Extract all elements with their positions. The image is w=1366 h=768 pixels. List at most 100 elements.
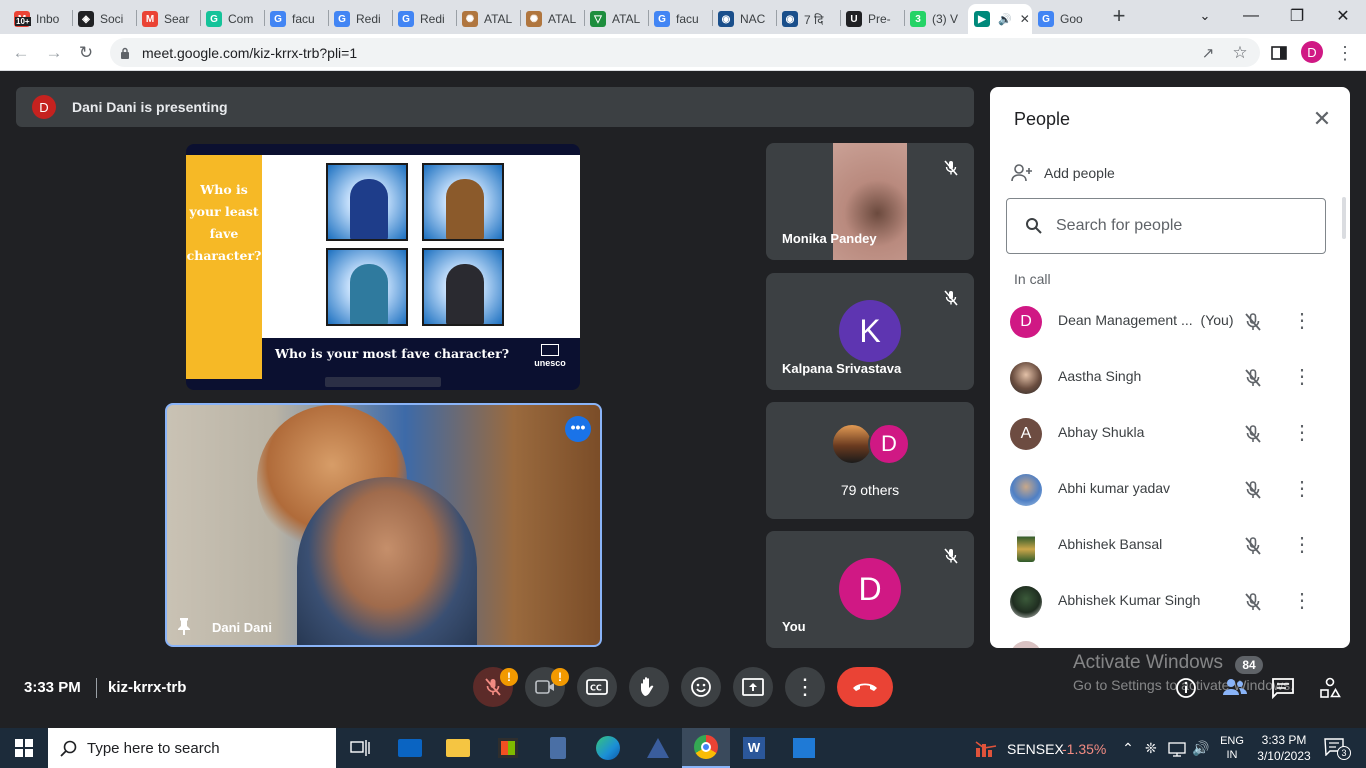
mic-off-icon[interactable]: [1242, 367, 1264, 389]
browser-tab[interactable]: ▶ 🔊 ✕: [968, 4, 1032, 34]
tab-label: facu: [676, 12, 699, 26]
side-panel-icon[interactable]: [1266, 40, 1292, 66]
browser-tab[interactable]: ✺ ATAL: [520, 4, 584, 34]
others-tile[interactable]: D 79 others: [766, 402, 974, 519]
new-tab-button[interactable]: +: [1108, 5, 1130, 27]
close-panel-button[interactable]: ✕: [1310, 107, 1334, 131]
taskbar-search-box[interactable]: Type here to search: [48, 728, 336, 768]
nac-icon: ◉: [718, 11, 734, 27]
close-tab-icon[interactable]: ✕: [1020, 12, 1030, 26]
chrome-taskbar-icon[interactable]: [682, 728, 730, 768]
tab-separator: [584, 10, 585, 26]
address-bar[interactable]: meet.google.com/kiz-krrx-trb?pli=1: [110, 38, 1260, 67]
more-options-icon[interactable]: ⋮: [1292, 590, 1312, 614]
tab-separator: [72, 10, 73, 26]
chat-icon[interactable]: [1271, 677, 1295, 700]
meeting-details-icon[interactable]: [1175, 677, 1197, 699]
captions-button[interactable]: CC: [577, 667, 617, 707]
task-view-icon[interactable]: [336, 728, 384, 768]
more-options-icon[interactable]: ⋮: [1292, 478, 1312, 502]
pin-icon[interactable]: [177, 617, 191, 635]
participant-row[interactable]: Abhishek Kumar Singh ⋮: [990, 574, 1350, 630]
activities-icon[interactable]: [1319, 677, 1341, 699]
panel-scrollbar[interactable]: [1342, 197, 1346, 239]
self-tile[interactable]: D You: [766, 531, 974, 648]
participant-tile-kalpana[interactable]: K Kalpana Srivastava: [766, 273, 974, 390]
word-app-icon[interactable]: W: [730, 728, 778, 768]
reload-button[interactable]: ↻: [73, 40, 99, 66]
calculator-app-icon[interactable]: [534, 728, 582, 768]
browser-toolbar: ← → ↻ meet.google.com/kiz-krrx-trb?pli=1…: [0, 34, 1366, 71]
slide-caption: Who is your most fave character?: [274, 346, 510, 361]
network-icon[interactable]: [1168, 741, 1186, 757]
tray-app-icon[interactable]: ❊: [1145, 740, 1161, 756]
participant-name: Abhi kumar yadav: [1058, 480, 1171, 496]
participant-row[interactable]: D Dean Management ... (You) ⋮: [990, 294, 1350, 350]
minimize-button[interactable]: —: [1228, 0, 1274, 32]
clock[interactable]: 3:33 PM 3/10/2023: [1254, 732, 1314, 764]
presenter-video-tile[interactable]: ••• Dani Dani: [165, 403, 602, 647]
back-button[interactable]: ←: [8, 40, 34, 66]
participant-row[interactable]: Aastha Singh ⋮: [990, 350, 1350, 406]
mic-off-icon[interactable]: [1242, 535, 1264, 557]
browser-tab[interactable]: ◈ Soci: [72, 4, 136, 34]
share-icon[interactable]: ↗: [1195, 40, 1221, 66]
browser-tab[interactable]: G Goo: [1032, 4, 1094, 34]
participant-count-badge: 84: [1235, 656, 1263, 674]
explorer-app-icon[interactable]: [634, 728, 682, 768]
mic-off-icon[interactable]: [1242, 479, 1264, 501]
file-explorer-icon[interactable]: [434, 728, 482, 768]
browser-tab[interactable]: G Redi: [392, 4, 456, 34]
more-options-icon[interactable]: ⋮: [1292, 310, 1312, 334]
participant-tile-monika[interactable]: Monika Pandey: [766, 143, 974, 260]
more-options-icon[interactable]: •••: [565, 416, 591, 442]
more-options-icon[interactable]: ⋮: [1292, 422, 1312, 446]
tab-search-button[interactable]: ⌄: [1182, 0, 1228, 32]
more-options-icon[interactable]: ⋮: [1292, 534, 1312, 558]
restore-button[interactable]: ❐: [1274, 0, 1320, 32]
participant-row[interactable]: Abhishek Bansal ⋮: [990, 518, 1350, 574]
browser-tab[interactable]: ◉ NAC: [712, 4, 776, 34]
photos-app-icon[interactable]: [780, 728, 828, 768]
mic-off-icon[interactable]: [1242, 423, 1264, 445]
people-icon[interactable]: [1222, 677, 1248, 699]
raise-hand-button[interactable]: [629, 667, 669, 707]
forward-button[interactable]: →: [41, 40, 67, 66]
leave-call-button[interactable]: [837, 667, 893, 707]
store-app-icon[interactable]: [484, 728, 532, 768]
browser-menu-icon[interactable]: ⋮: [1332, 40, 1358, 66]
browser-tab[interactable]: Gfacu: [264, 4, 328, 34]
volume-icon[interactable]: 🔊: [1192, 740, 1210, 756]
mic-off-icon[interactable]: [1242, 591, 1264, 613]
start-button[interactable]: [0, 728, 48, 768]
present-button[interactable]: [733, 667, 773, 707]
show-hidden-icons[interactable]: ⌃: [1120, 740, 1136, 756]
close-window-button[interactable]: ✕: [1320, 0, 1366, 32]
profile-avatar[interactable]: D: [1301, 41, 1323, 63]
mic-off-icon[interactable]: [1242, 311, 1264, 333]
edge-browser-icon[interactable]: [584, 728, 632, 768]
search-people-field[interactable]: Search for people: [1006, 198, 1326, 254]
add-people-button[interactable]: Add people: [1010, 161, 1115, 185]
participant-row[interactable]: Abhi kumar yadav ⋮: [990, 462, 1350, 518]
participant-row[interactable]: A Abhay Shukla ⋮: [990, 406, 1350, 462]
browser-tab[interactable]: U Pre-: [840, 4, 904, 34]
more-options-button[interactable]: ⋮: [785, 667, 825, 707]
browser-tab[interactable]: ◉ 7 दि: [776, 4, 840, 34]
browser-tab[interactable]: G Redi: [328, 4, 392, 34]
mic-warning-badge: !: [500, 668, 518, 686]
tab-label: Redi: [356, 12, 381, 26]
more-options-icon[interactable]: ⋮: [1292, 366, 1312, 390]
language-indicator[interactable]: ENG IN: [1218, 734, 1246, 762]
mail-app-icon[interactable]: [386, 728, 434, 768]
bookmark-star-icon[interactable]: ☆: [1227, 40, 1253, 66]
browser-tab[interactable]: G Com: [200, 4, 264, 34]
reactions-button[interactable]: [681, 667, 721, 707]
browser-tab[interactable]: Gfacu: [648, 4, 712, 34]
browser-tab[interactable]: M Sear: [136, 4, 200, 34]
participant-name: Aastha Singh: [1058, 368, 1142, 384]
browser-tab[interactable]: ▽ ATAL: [584, 4, 648, 34]
browser-tab[interactable]: ✺ ATAL: [456, 4, 520, 34]
browser-tab[interactable]: 3 (3) V: [904, 4, 968, 34]
audio-playing-icon[interactable]: 🔊: [998, 13, 1012, 26]
